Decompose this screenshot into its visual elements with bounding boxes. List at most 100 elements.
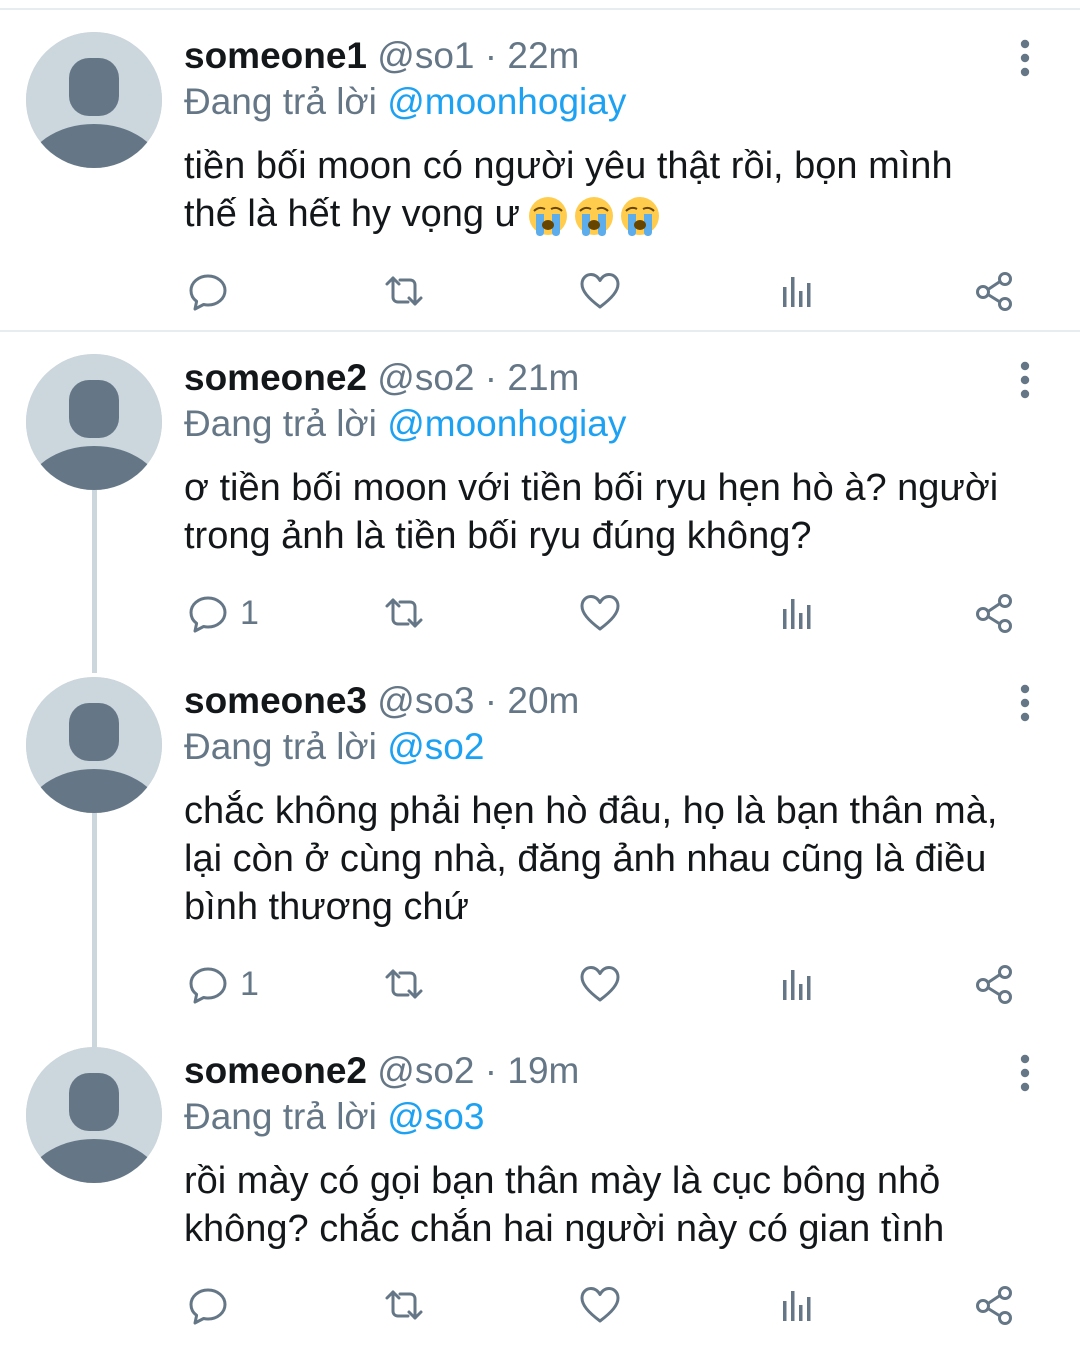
more-options-button[interactable]	[1010, 360, 1040, 400]
loudly-crying-face-emoji-icon	[526, 194, 570, 238]
replying-to: Đang trả lời @so2	[184, 725, 484, 769]
more-options-button[interactable]	[1010, 38, 1040, 78]
analytics-icon	[775, 1283, 819, 1327]
default-profile-icon	[26, 677, 162, 813]
more-vertical-icon	[1010, 683, 1040, 723]
tweet-text: ơ tiền bối moon với tiền bối ryu hẹn hò …	[184, 464, 1054, 560]
avatar[interactable]	[26, 1047, 162, 1183]
retweet-button[interactable]	[382, 959, 426, 1009]
retweet-button[interactable]	[382, 266, 426, 316]
user-handle[interactable]: @so2	[377, 357, 474, 398]
display-name[interactable]: someone3	[184, 680, 367, 721]
replying-to-label: Đang trả lời	[184, 1096, 377, 1137]
tweet-actions	[0, 1280, 1080, 1330]
reply-button[interactable]: 1	[186, 959, 259, 1009]
analytics-button[interactable]	[775, 1280, 819, 1330]
replying-to: Đang trả lời @so3	[184, 1095, 484, 1139]
like-icon	[578, 269, 622, 313]
more-options-button[interactable]	[1010, 1053, 1040, 1093]
reply-button[interactable]	[186, 1280, 240, 1330]
tweet-text-line: lại còn ở cùng nhà, đăng ảnh nhau cũng l…	[184, 838, 987, 880]
tweet-header: someone3 @so3 · 20m	[184, 679, 579, 723]
like-button[interactable]	[578, 1280, 622, 1330]
timestamp[interactable]: 21m	[507, 357, 579, 398]
tweet-text-line: bình thương chứ	[184, 886, 469, 928]
reply-button[interactable]: 1	[186, 588, 259, 638]
retweet-icon	[382, 962, 426, 1006]
like-icon	[578, 591, 622, 635]
separator-dot: ·	[484, 1050, 498, 1091]
tweet-header: someone2 @so2 · 21m	[184, 356, 579, 400]
analytics-icon	[775, 962, 819, 1006]
timestamp[interactable]: 22m	[507, 35, 579, 76]
reply-icon	[186, 591, 230, 635]
share-icon	[972, 591, 1016, 635]
separator-dot: ·	[484, 357, 498, 398]
replying-to-label: Đang trả lời	[184, 403, 377, 444]
display-name[interactable]: someone2	[184, 357, 367, 398]
like-button[interactable]	[578, 588, 622, 638]
timestamp[interactable]: 19m	[507, 1050, 579, 1091]
timestamp[interactable]: 20m	[507, 680, 579, 721]
share-button[interactable]	[972, 1280, 1016, 1330]
loudly-crying-face-emoji-icon	[572, 194, 616, 238]
tweet-actions: 1	[0, 959, 1080, 1009]
like-icon	[578, 1283, 622, 1327]
reply-count: 1	[240, 964, 259, 1003]
like-button[interactable]	[578, 266, 622, 316]
more-vertical-icon	[1010, 38, 1040, 78]
divider	[0, 330, 1080, 332]
display-name[interactable]: someone2	[184, 1050, 367, 1091]
share-button[interactable]	[972, 266, 1016, 316]
tweet-actions	[0, 266, 1080, 316]
analytics-button[interactable]	[775, 588, 819, 638]
analytics-button[interactable]	[775, 266, 819, 316]
like-button[interactable]	[578, 959, 622, 1009]
user-handle[interactable]: @so2	[377, 1050, 474, 1091]
user-handle[interactable]: @so3	[377, 680, 474, 721]
tweet-text: rồi mày có gọi bạn thân mày là cục bông …	[184, 1157, 1054, 1253]
tweet-text-line: thế là hết hy vọng ư	[184, 193, 520, 235]
default-profile-icon	[26, 354, 162, 490]
mention-link[interactable]: @so2	[387, 726, 484, 767]
default-profile-icon	[26, 32, 162, 168]
more-options-button[interactable]	[1010, 683, 1040, 723]
tweet-text-line: ơ tiền bối moon với tiền bối ryu hẹn hò …	[184, 467, 999, 509]
user-handle[interactable]: @so1	[377, 35, 474, 76]
reply-count: 1	[240, 593, 259, 632]
replying-to: Đang trả lời @moonhogiay	[184, 402, 626, 446]
analytics-button[interactable]	[775, 959, 819, 1009]
share-button[interactable]	[972, 959, 1016, 1009]
mention-link[interactable]: @so3	[387, 1096, 484, 1137]
replying-to-label: Đang trả lời	[184, 726, 377, 767]
avatar[interactable]	[26, 677, 162, 813]
separator-dot: ·	[484, 680, 498, 721]
retweet-button[interactable]	[382, 588, 426, 638]
share-icon	[972, 962, 1016, 1006]
more-vertical-icon	[1010, 360, 1040, 400]
avatar[interactable]	[26, 32, 162, 168]
like-icon	[578, 962, 622, 1006]
avatar[interactable]	[26, 354, 162, 490]
retweet-button[interactable]	[382, 1280, 426, 1330]
share-icon	[972, 1283, 1016, 1327]
tweet-text-line: không? chắc chắn hai người này có gian t…	[184, 1208, 945, 1250]
tweet-header: someone1 @so1 · 22m	[184, 34, 579, 78]
mention-link[interactable]: @moonhogiay	[387, 81, 626, 122]
mention-link[interactable]: @moonhogiay	[387, 403, 626, 444]
display-name[interactable]: someone1	[184, 35, 367, 76]
analytics-icon	[775, 591, 819, 635]
tweet-text-line: trong ảnh là tiền bối ryu đúng không?	[184, 515, 812, 557]
share-button[interactable]	[972, 588, 1016, 638]
thread-line	[92, 488, 97, 673]
reply-button[interactable]	[186, 266, 240, 316]
emoji-group	[526, 194, 664, 238]
divider	[0, 8, 1080, 10]
more-vertical-icon	[1010, 1053, 1040, 1093]
loudly-crying-face-emoji-icon	[618, 194, 662, 238]
reply-icon	[186, 269, 230, 313]
tweet-text: tiền bối moon có người yêu thật rồi, bọn…	[184, 142, 1054, 238]
reply-icon	[186, 962, 230, 1006]
analytics-icon	[775, 269, 819, 313]
share-icon	[972, 269, 1016, 313]
